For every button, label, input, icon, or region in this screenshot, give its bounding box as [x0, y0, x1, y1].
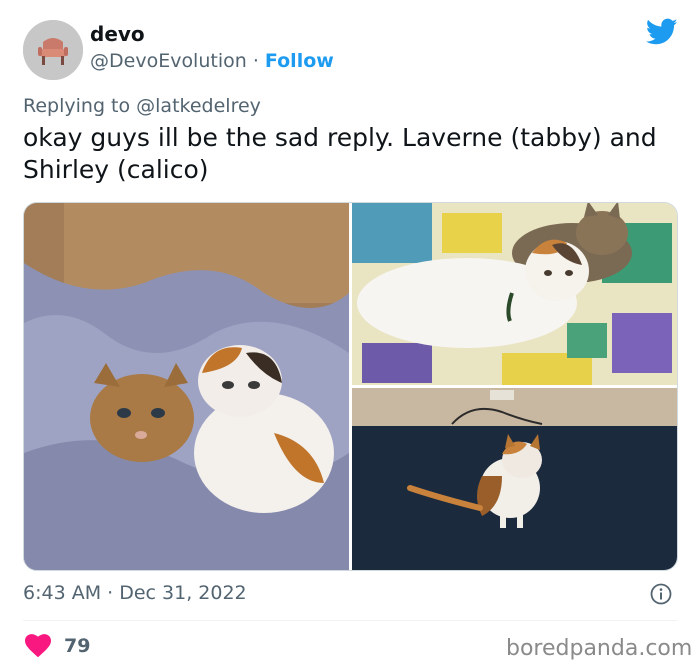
separator-dot: ·	[252, 50, 259, 72]
kittens-image	[24, 203, 349, 570]
watermark: boredpanda.com	[506, 636, 693, 661]
chair-avatar-icon	[23, 20, 83, 80]
photo-adult-cats-on-quilt[interactable]	[352, 203, 677, 385]
avatar[interactable]	[23, 20, 83, 80]
follow-button[interactable]: Follow	[265, 50, 334, 72]
author-handle-row: @DevoEvolution · Follow	[90, 50, 334, 72]
photo-kittens-in-blanket[interactable]	[24, 203, 349, 570]
like-count: 79	[64, 635, 91, 657]
author-handle[interactable]: @DevoEvolution	[90, 50, 247, 72]
author-display-name[interactable]: devo	[90, 22, 145, 46]
cats-on-quilt-image	[352, 203, 677, 385]
twitter-bird-icon[interactable]	[646, 18, 678, 46]
tweet-text: okay guys ill be the sad reply. Laverne …	[23, 123, 657, 184]
media-grid	[23, 202, 678, 571]
photo-calico-on-carpet[interactable]	[352, 388, 677, 570]
reply-context[interactable]: Replying to @latkedelrey	[23, 95, 261, 117]
heart-icon[interactable]	[25, 634, 51, 658]
calico-on-carpet-image	[352, 388, 677, 570]
tweet-timestamp[interactable]: 6:43 AM · Dec 31, 2022	[23, 582, 247, 604]
divider	[23, 620, 677, 621]
info-icon[interactable]	[650, 583, 672, 605]
